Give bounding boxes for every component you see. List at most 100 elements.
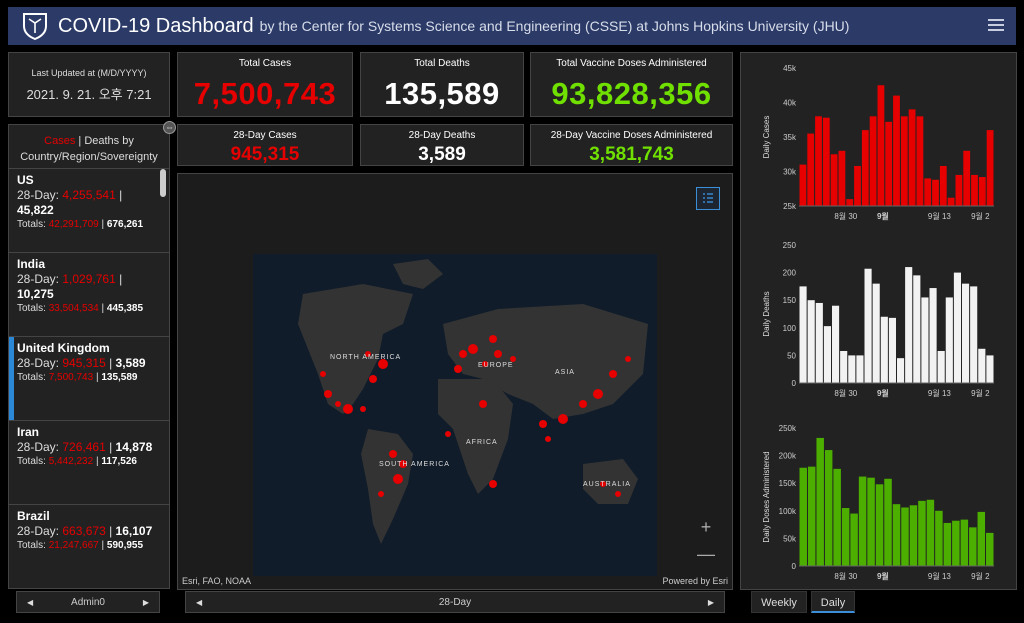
day28-deaths: 16,107 xyxy=(115,524,153,538)
charts-panel: 25k 30k 35k 40k 45k 8월 30 9월 9월 13 9월 2 Daily Cas… xyxy=(740,52,1017,590)
bar xyxy=(986,355,994,383)
x-tick-label: 8월 30 xyxy=(834,571,857,581)
y-tick-label: 150k xyxy=(779,479,797,488)
country-list-item[interactable]: India 28-Day: 1,029,761 | 10,275 Totals: 3… xyxy=(9,253,169,337)
country-list-item[interactable]: US 28-Day: 4,255,541 | 45,822 Totals: 42,2… xyxy=(9,169,169,253)
last-updated-label: Last Updated at (M/D/YYYY) xyxy=(31,68,147,78)
admin-pager-label: Admin0 xyxy=(71,596,105,608)
country-name: India xyxy=(17,257,46,271)
total-vaccine-panel: Total Vaccine Doses Administered 93,828,… xyxy=(530,52,733,117)
bar xyxy=(816,437,824,566)
bar xyxy=(897,358,905,383)
day28-deaths: 10,275 xyxy=(17,287,54,301)
daily-charts: 25k 30k 35k 40k 45k 8월 30 9월 9월 13 9월 2 Daily Cas… xyxy=(762,64,994,581)
map-panel[interactable]: NORTH AMERICA EUROPE ASIA AFRICA SOUTH A… xyxy=(177,173,733,590)
hamburger-menu-icon[interactable] xyxy=(988,17,1004,33)
bar xyxy=(900,116,908,206)
bar xyxy=(854,165,861,206)
y-tick-label: 0 xyxy=(792,379,797,388)
map-attribution: Esri, FAO, NOAA xyxy=(182,576,252,586)
zoom-out-button[interactable]: — xyxy=(693,543,719,565)
y-tick-label: 35k xyxy=(783,133,797,142)
last-updated-panel: Last Updated at (M/D/YYYY) 2021. 9. 21. … xyxy=(8,52,170,117)
list-scroll-thumb[interactable] xyxy=(160,169,166,197)
bar xyxy=(846,199,854,206)
map-legend-icon[interactable] xyxy=(696,187,720,210)
bar xyxy=(840,350,848,383)
bar xyxy=(892,504,901,566)
x-tick-label: 9월 13 xyxy=(928,211,951,221)
vaccine-28day-panel: 28-Day Vaccine Doses Administered 3,581,… xyxy=(530,124,733,166)
bar xyxy=(830,154,838,206)
bar xyxy=(970,286,978,383)
bar xyxy=(945,297,953,383)
x-tick-label: 9월 2 xyxy=(971,571,990,581)
country-list-panel: Cases | Deaths by Country/Region/Soverei… xyxy=(8,124,170,589)
bar xyxy=(953,272,961,383)
world-map[interactable]: NORTH AMERICA EUROPE ASIA AFRICA SOUTH A… xyxy=(253,254,657,576)
map-label-asia: ASIA xyxy=(555,369,575,376)
x-tick-label: 9월 2 xyxy=(971,388,990,398)
dashboard-header: COVID-19 Dashboard by the Center for Sys… xyxy=(8,7,1016,45)
map-pager-label: 28-Day xyxy=(438,596,472,608)
map-pager-prev-icon[interactable]: ◀ xyxy=(196,598,202,607)
bar xyxy=(856,355,864,383)
list-icon xyxy=(703,193,713,203)
bar xyxy=(962,283,970,383)
y-axis-label: Daily Deaths xyxy=(762,291,771,336)
map-label-africa: AFRICA xyxy=(466,439,498,446)
y-tick-label: 45k xyxy=(783,64,797,73)
pager-next-icon[interactable]: ▶ xyxy=(143,598,149,607)
cases-28day-label: 28-Day Cases xyxy=(233,130,297,141)
bar xyxy=(963,150,971,206)
x-tick-label: 8월 30 xyxy=(834,388,857,398)
bar xyxy=(952,520,960,566)
bar xyxy=(913,275,921,383)
map-label-australia: AUSTRALIA xyxy=(583,481,631,488)
country-list-item[interactable]: Brazil 28-Day: 663,673 | 16,107 Totals: 21… xyxy=(9,505,169,588)
x-tick-label: 9월 xyxy=(877,388,889,398)
y-tick-label: 0 xyxy=(792,562,797,571)
bar xyxy=(939,165,947,206)
country-list-item[interactable]: United Kingdom 28-Day: 945,315 | 3,589 Tot… xyxy=(9,337,169,421)
tab-daily[interactable]: Daily xyxy=(811,591,855,613)
total-deaths: 135,589 xyxy=(101,372,138,383)
bar xyxy=(978,177,986,206)
bar xyxy=(977,511,986,566)
bar xyxy=(869,116,877,206)
bar xyxy=(807,466,816,566)
zoom-in-button[interactable]: + xyxy=(693,516,719,538)
x-tick-label: 9월 xyxy=(877,211,889,221)
pager-prev-icon[interactable]: ◀ xyxy=(27,598,33,607)
tab-weekly[interactable]: Weekly xyxy=(751,591,807,613)
bar xyxy=(926,499,935,566)
map-label-europe: EUROPE xyxy=(478,362,514,369)
x-tick-label: 9월 2 xyxy=(971,211,990,221)
day28-cases: 663,673 xyxy=(62,524,106,538)
list-header-cases[interactable]: Cases xyxy=(44,135,75,147)
bar xyxy=(815,116,822,206)
admin-pager: ◀ Admin0 ▶ xyxy=(16,591,160,613)
bar xyxy=(901,507,909,566)
bar xyxy=(875,484,884,566)
day28-cases: 1,029,761 xyxy=(62,272,116,286)
bar xyxy=(905,267,913,383)
collapse-icon[interactable]: ⇔ xyxy=(163,121,176,134)
bar xyxy=(799,164,807,206)
map-label-south-america: SOUTH AMERICA xyxy=(379,461,450,468)
bar xyxy=(858,476,867,566)
day28-cases: 726,461 xyxy=(62,440,106,454)
country-list-item[interactable]: Iran 28-Day: 726,461 | 14,878 Totals: 5,44… xyxy=(9,421,169,505)
deaths-28day-label: 28-Day Deaths xyxy=(408,130,476,141)
bar xyxy=(833,468,841,566)
total-deaths: 676,261 xyxy=(106,219,144,230)
map-powered-by[interactable]: Powered by Esri xyxy=(662,576,728,586)
bar xyxy=(908,109,916,206)
list-scrollbar[interactable] xyxy=(160,169,166,588)
bar xyxy=(880,316,888,383)
total-deaths-label: Total Deaths xyxy=(414,58,470,69)
bar xyxy=(918,500,926,566)
bar xyxy=(932,179,939,206)
map-pager-next-icon[interactable]: ▶ xyxy=(708,598,714,607)
bar xyxy=(888,317,896,383)
